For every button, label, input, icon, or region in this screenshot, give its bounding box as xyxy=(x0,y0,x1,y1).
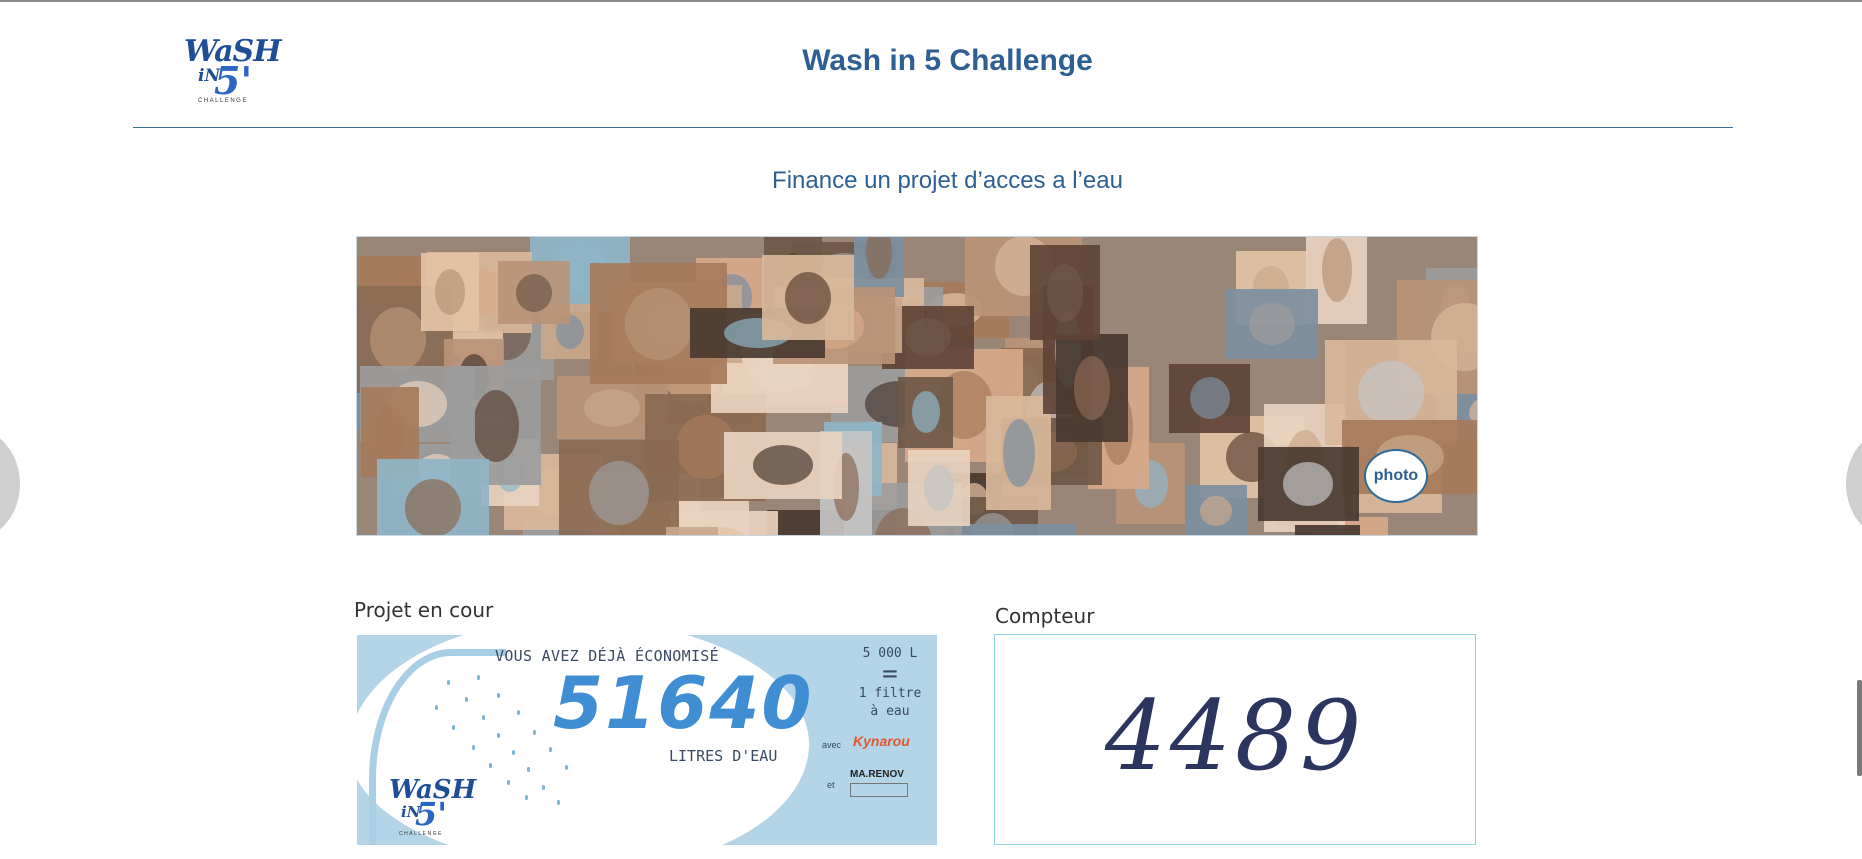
water-drop xyxy=(447,680,450,685)
counter-label: Compteur xyxy=(995,604,1095,628)
water-drop xyxy=(507,780,510,785)
water-drop xyxy=(497,693,500,698)
water-drop xyxy=(452,725,455,730)
site-title: Wash in 5 Challenge xyxy=(802,44,1093,77)
water-drop xyxy=(435,705,438,710)
slider-prev-button[interactable] xyxy=(0,428,20,540)
water-drop xyxy=(557,800,560,805)
water-drop xyxy=(533,730,536,735)
water-drop xyxy=(527,767,530,772)
water-drop xyxy=(472,745,475,750)
water-drop xyxy=(465,697,468,702)
water-drop xyxy=(517,710,520,715)
banner-wash-logo: WaSH iN 5' CHALLENGE xyxy=(389,775,477,837)
collage-tiles xyxy=(357,237,1477,535)
water-drop xyxy=(549,747,552,752)
banner-et: et xyxy=(827,780,835,790)
page-subtitle: Finance un projet d’acces a l’eau xyxy=(772,167,1123,194)
header-divider xyxy=(133,127,1733,128)
savings-banner: VOUS AVEZ DÉJÀ ÉCONOMISÉ 51640 LITRES D'… xyxy=(357,635,937,845)
banner-liters-label: LITRES D'EAU xyxy=(669,747,778,765)
banner-liters-number: 51640 xyxy=(553,661,814,745)
marenov-logo-graphic xyxy=(850,783,908,797)
kynarou-logo: Kynarou xyxy=(853,733,910,749)
water-drop xyxy=(482,715,485,720)
water-drop xyxy=(497,733,500,738)
counter-value: 4489 xyxy=(1104,679,1366,792)
water-drop xyxy=(489,763,492,768)
page-scrollbar[interactable] xyxy=(1857,680,1862,776)
water-drop xyxy=(525,795,528,800)
water-drop xyxy=(512,750,515,755)
slider-next-button[interactable] xyxy=(1846,428,1862,540)
photo-button[interactable]: photo xyxy=(1364,449,1428,503)
eq-bottom-2: à eau xyxy=(870,704,910,719)
water-drop xyxy=(542,785,545,790)
water-drop xyxy=(477,675,480,680)
eq-bottom-1: 1 filtre xyxy=(858,686,922,701)
marenov-logo: MA.RENOV xyxy=(850,769,904,780)
banner-equivalence: 5 000 L = 1 filtre à eau xyxy=(845,645,935,721)
top-border xyxy=(0,0,1862,2)
eq-sign: = xyxy=(882,659,898,689)
water-drop xyxy=(565,765,568,770)
project-label: Projet en cour xyxy=(354,598,494,622)
faces-collage-image xyxy=(356,236,1478,536)
banner-avec: avec xyxy=(822,740,842,750)
counter-box: 4489 xyxy=(994,634,1476,845)
